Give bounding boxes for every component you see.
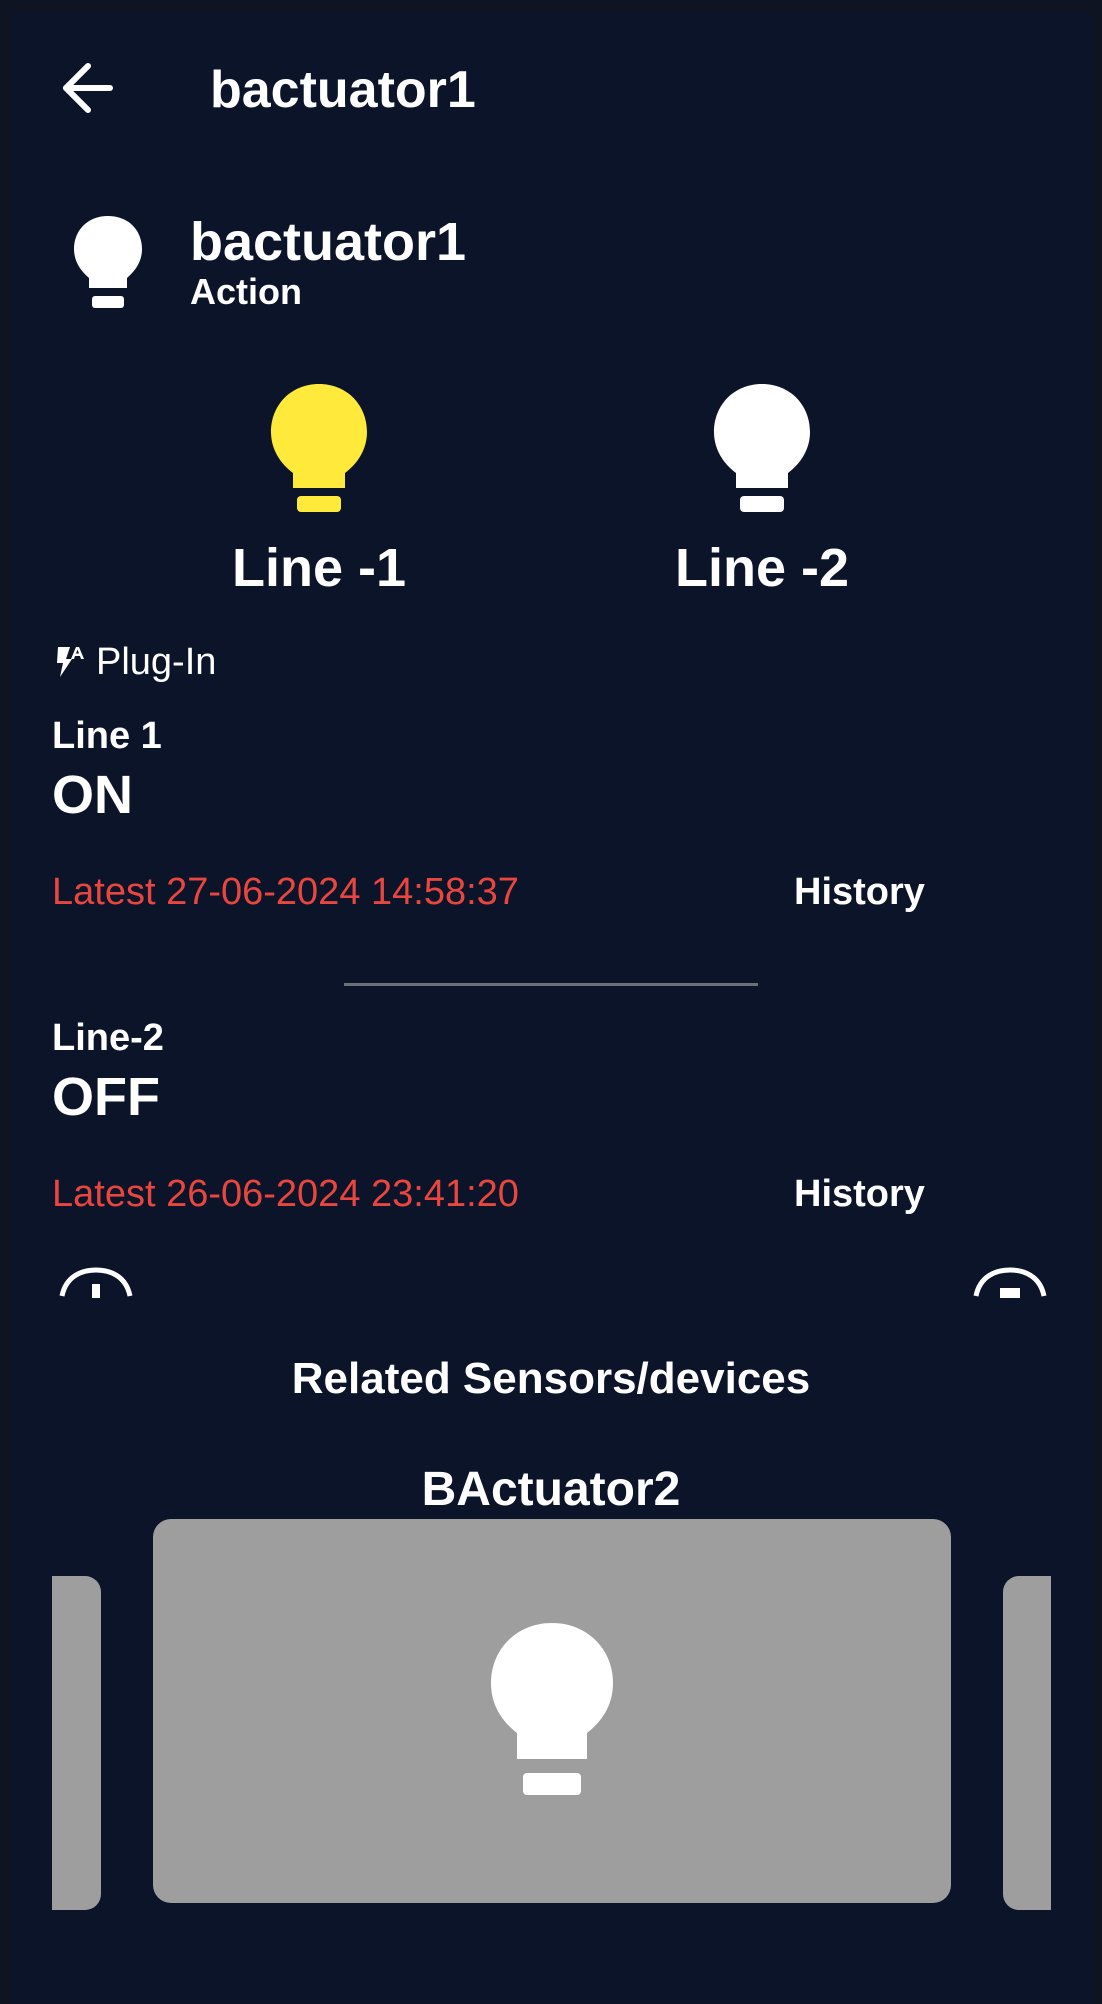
- line-1-toggle[interactable]: Line -1: [169, 380, 469, 600]
- power-plug-icon: [57, 647, 84, 677]
- page-title: bactuator1: [210, 61, 476, 119]
- line-1-label: Line -1: [231, 538, 407, 598]
- right-edge: [1090, 0, 1102, 2004]
- line-2-latest: Latest 26-06-2024 23:41:20: [52, 1173, 519, 1215]
- carousel-current-card[interactable]: [153, 1519, 951, 1903]
- left-edge: [0, 0, 12, 2004]
- lightbulb-icon: [491, 1623, 613, 1795]
- app-screen: bactuator1 bactuator1 Action Line -1 Lin…: [0, 0, 1102, 2004]
- line-1-state: ON: [52, 765, 133, 825]
- line-2-label: Line -2: [674, 538, 850, 598]
- line-1-title: Line 1: [52, 715, 162, 757]
- carousel-next-card[interactable]: [1003, 1576, 1051, 1910]
- rotate-left-icon: [59, 1267, 133, 1298]
- back-button[interactable]: [52, 56, 124, 120]
- carousel-item-title: BActuator2: [421, 1463, 681, 1516]
- device-name: bactuator1: [190, 212, 467, 272]
- rotate-left-button[interactable]: [56, 1262, 136, 1298]
- divider: [344, 983, 758, 986]
- rotate-right-icon: [973, 1267, 1047, 1298]
- lightbulb-on-icon: [271, 384, 367, 512]
- status-bar-strip: [0, 0, 1102, 12]
- related-devices-title: Related Sensors/devices: [291, 1354, 811, 1403]
- line-2-toggle[interactable]: Line -2: [612, 380, 912, 600]
- line-1-history-link[interactable]: History: [794, 870, 925, 914]
- arrow-left-icon: [63, 63, 113, 113]
- carousel-prev-card[interactable]: [52, 1576, 101, 1910]
- lightbulb-off-icon: [714, 384, 810, 512]
- plugin-label: Plug-In: [96, 640, 217, 683]
- line-2-history-link[interactable]: History: [794, 1172, 925, 1216]
- device-subtitle: Action: [190, 271, 302, 312]
- line-1-latest: Latest 27-06-2024 14:58:37: [52, 871, 519, 913]
- lightbulb-icon: [74, 216, 142, 308]
- line-2-state: OFF: [52, 1067, 160, 1127]
- plugin-indicator: Plug-In: [52, 640, 216, 684]
- line-2-title: Line-2: [52, 1017, 164, 1059]
- rotate-right-button[interactable]: [970, 1262, 1050, 1298]
